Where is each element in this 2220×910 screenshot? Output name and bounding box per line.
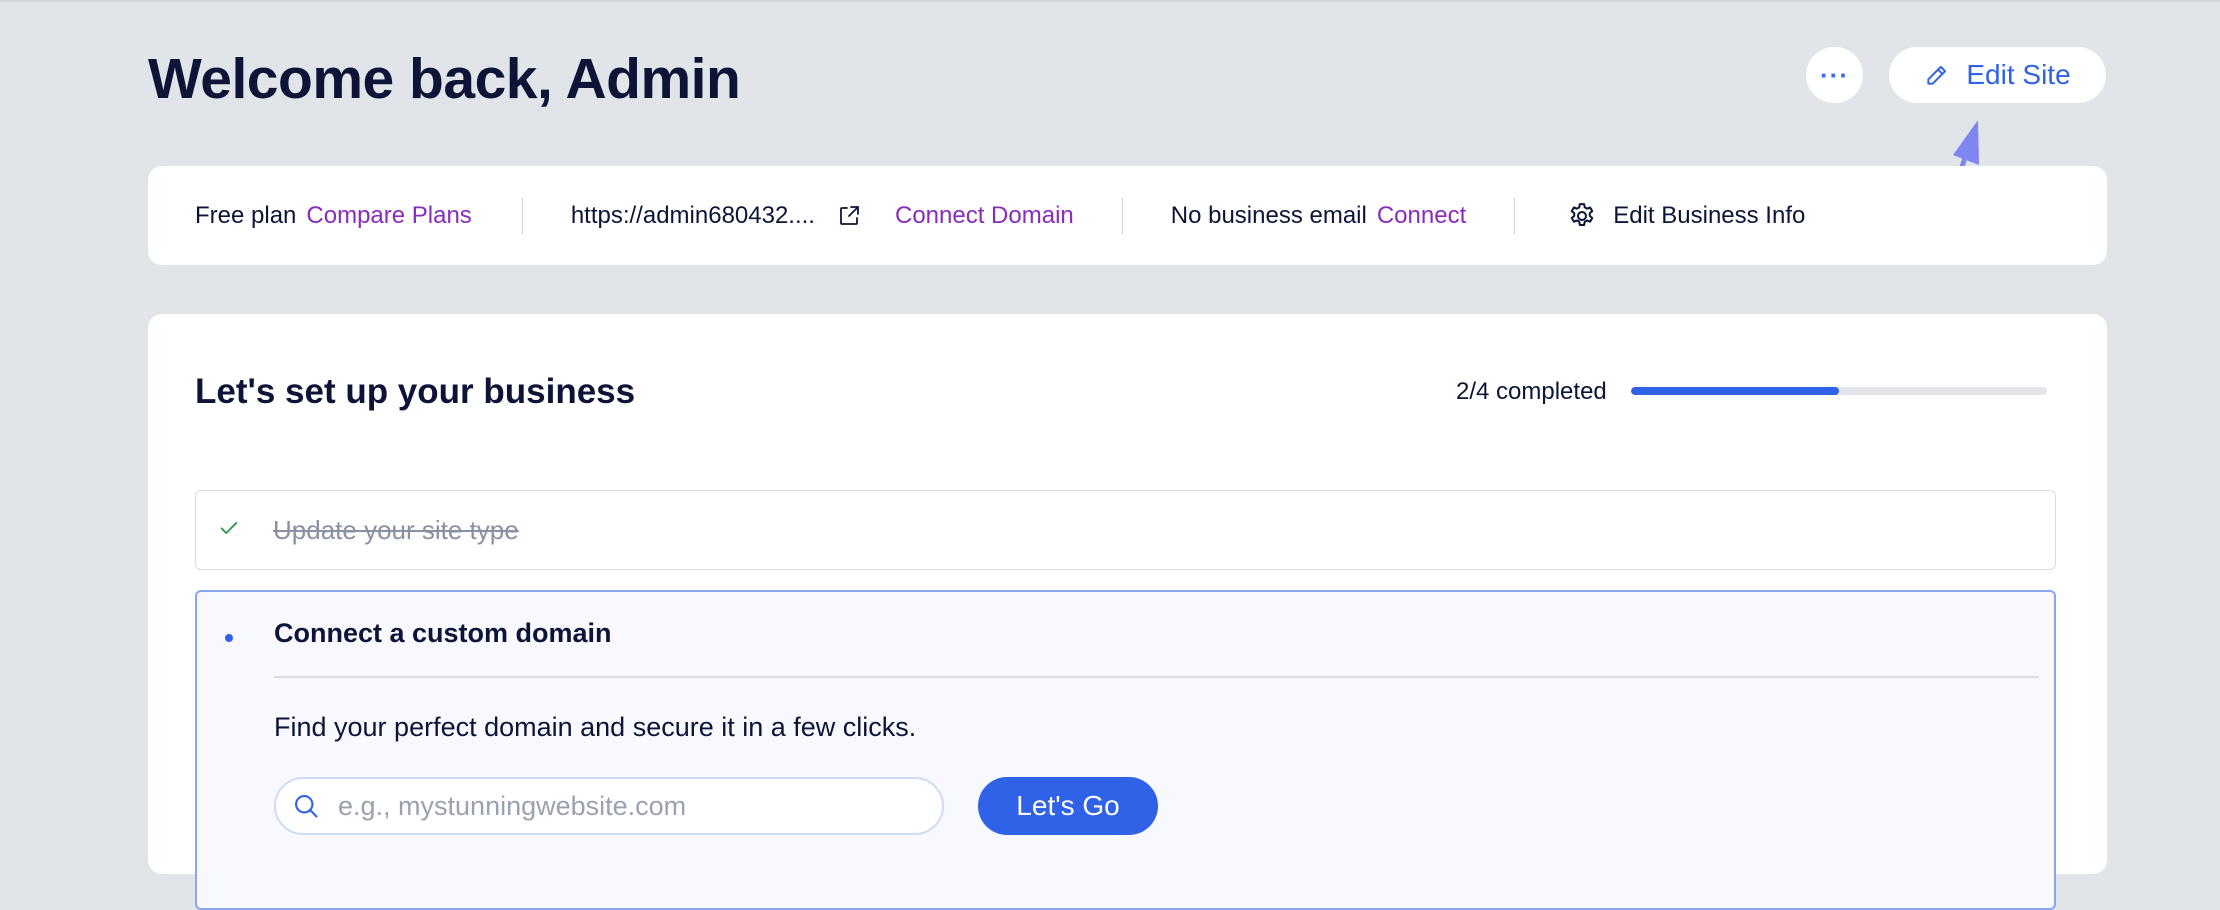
- edit-site-button[interactable]: Edit Site: [1889, 47, 2106, 103]
- step-label: Update your site type: [273, 515, 519, 545]
- progress-fill: [1631, 387, 1839, 395]
- divider: [1514, 197, 1516, 234]
- plan-section: Free plan Compare Plans: [195, 202, 472, 230]
- lets-go-button[interactable]: Let's Go: [978, 777, 1158, 835]
- bullet-icon: [225, 634, 233, 642]
- setup-step-active: Connect a custom domain Find your perfec…: [195, 590, 2056, 910]
- check-icon: [220, 521, 238, 535]
- domain-section: https://admin680432.... Connect Domain: [571, 202, 1074, 230]
- edit-business-info-button[interactable]: Edit Business Info: [1567, 201, 1805, 231]
- divider: [274, 676, 2039, 678]
- external-link-icon[interactable]: [837, 204, 861, 228]
- pencil-icon: [1927, 65, 1947, 85]
- site-url[interactable]: https://admin680432....: [571, 202, 815, 230]
- more-actions-button[interactable]: ···: [1806, 47, 1863, 103]
- divider: [1121, 197, 1123, 234]
- email-section: No business email Connect: [1171, 202, 1466, 230]
- page-title: Welcome back, Admin: [148, 47, 741, 111]
- edit-site-label: Edit Site: [1966, 59, 2071, 90]
- setup-title: Let's set up your business: [195, 372, 636, 411]
- step-label: Connect a custom domain: [274, 618, 612, 648]
- progress-text: 2/4 completed: [1456, 378, 1607, 405]
- more-dots-icon: ···: [1820, 59, 1849, 90]
- divider: [521, 197, 523, 234]
- setup-step-completed[interactable]: Update your site type: [195, 490, 2056, 570]
- edit-business-info-label: Edit Business Info: [1613, 201, 1806, 229]
- email-status: No business email: [1170, 201, 1367, 229]
- compare-plans-link[interactable]: Compare Plans: [306, 202, 471, 230]
- step-description: Find your perfect domain and secure it i…: [274, 712, 917, 742]
- domain-search-input[interactable]: [336, 789, 942, 823]
- search-icon: [295, 795, 318, 818]
- progress-bar: [1631, 387, 2047, 395]
- site-info-bar: Free plan Compare Plans https://admin680…: [148, 166, 2107, 265]
- setup-card: Let's set up your business 2/4 completed…: [148, 314, 2107, 910]
- top-shadow: [0, 0, 2220, 4]
- gear-icon: [1570, 202, 1594, 226]
- plan-label: Free plan: [195, 201, 297, 229]
- connect-domain-link[interactable]: Connect Domain: [895, 202, 1074, 230]
- domain-search-field[interactable]: [274, 777, 944, 835]
- connect-email-link[interactable]: Connect: [1377, 202, 1466, 230]
